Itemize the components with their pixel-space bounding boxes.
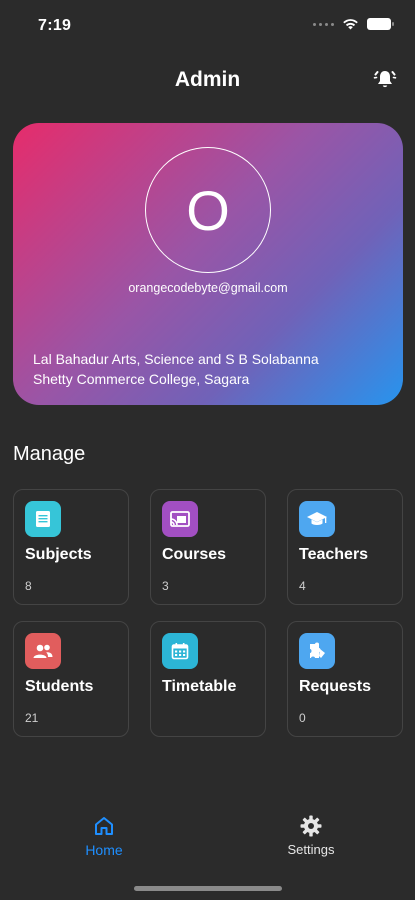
manage-grid: Subjects 8 Courses 3 Teachers 4 Students… bbox=[13, 489, 403, 737]
tile-label: Timetable bbox=[162, 678, 237, 695]
tile-count: 0 bbox=[299, 711, 306, 725]
calendar-icon bbox=[162, 633, 198, 669]
bottom-nav: Home Settings bbox=[0, 800, 415, 870]
users-icon bbox=[25, 633, 61, 669]
tile-requests[interactable]: Requests 0 bbox=[287, 621, 403, 737]
battery-icon bbox=[367, 18, 394, 30]
profile-email: orangecodebyte@gmail.com bbox=[128, 281, 288, 295]
tile-label: Students bbox=[25, 678, 94, 695]
tile-courses[interactable]: Courses 3 bbox=[150, 489, 266, 605]
tile-label: Teachers bbox=[299, 546, 369, 563]
list-icon bbox=[25, 501, 61, 537]
tile-count: 8 bbox=[25, 579, 32, 593]
college-name: Lal Bahadur Arts, Science and S B Solaba… bbox=[33, 349, 393, 389]
home-icon bbox=[95, 817, 113, 835]
tile-label: Courses bbox=[162, 546, 227, 563]
page-title: Admin bbox=[174, 68, 241, 91]
status-bar: 7:19 bbox=[0, 0, 415, 56]
bell-ring-icon bbox=[373, 71, 397, 88]
college-line-1: Lal Bahadur Arts, Science and S B Solaba… bbox=[33, 351, 319, 367]
tile-count: 3 bbox=[162, 579, 169, 593]
tile-students[interactable]: Students 21 bbox=[13, 621, 129, 737]
nav-label-home: Home bbox=[85, 842, 123, 858]
tile-count: 21 bbox=[25, 711, 39, 725]
nav-label-settings: Settings bbox=[287, 842, 335, 857]
cast-icon bbox=[162, 501, 198, 537]
puzzle-icon bbox=[299, 633, 335, 669]
tile-count: 4 bbox=[299, 579, 306, 593]
wifi-icon bbox=[343, 19, 358, 30]
college-line-2: Shetty Commerce College, Sagara bbox=[33, 371, 250, 387]
tile-subjects[interactable]: Subjects 8 bbox=[13, 489, 129, 605]
gear-icon bbox=[300, 815, 322, 837]
nav-item-home[interactable]: Home bbox=[59, 814, 149, 858]
nav-item-settings[interactable]: Settings bbox=[266, 814, 356, 857]
signal-dots-icon bbox=[313, 22, 334, 26]
notifications-button[interactable] bbox=[371, 66, 399, 94]
profile-card: O orangecodebyte@gmail.com Lal Bahadur A… bbox=[13, 123, 403, 405]
status-icons bbox=[313, 18, 394, 30]
graduation-cap-icon bbox=[299, 501, 335, 537]
status-time: 7:19 bbox=[38, 17, 72, 34]
tile-label: Requests bbox=[299, 678, 372, 695]
tile-timetable[interactable]: Timetable bbox=[150, 621, 266, 737]
section-title-manage: Manage bbox=[13, 443, 86, 465]
header: Admin bbox=[0, 60, 415, 102]
avatar: O bbox=[145, 147, 271, 273]
home-indicator bbox=[134, 886, 282, 891]
tile-label: Subjects bbox=[25, 546, 92, 563]
tile-teachers[interactable]: Teachers 4 bbox=[287, 489, 403, 605]
